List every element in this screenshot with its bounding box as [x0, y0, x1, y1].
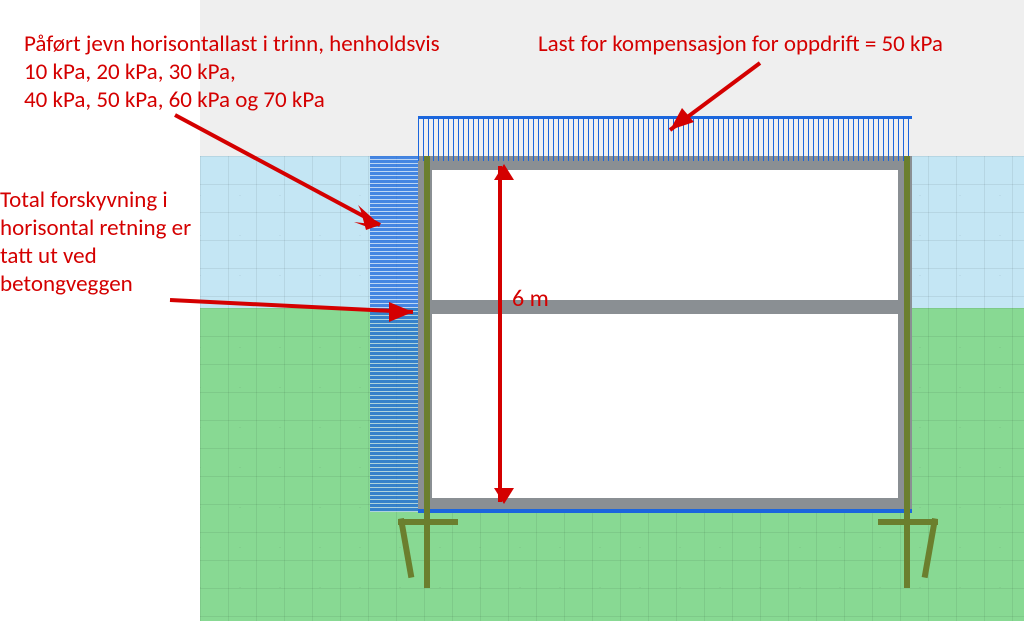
annotation-buoyancy-load: Last for kompensasjon for oppdrift = 50 … — [538, 30, 988, 58]
arrow-icon — [170, 110, 410, 240]
bottom-load-line — [418, 509, 912, 513]
arrow-icon — [165, 290, 435, 350]
sheet-pile-foot-right — [878, 519, 938, 525]
sheet-pile-foot-left — [398, 519, 458, 525]
arrow-icon — [640, 58, 790, 148]
dimension-label: 6 m — [512, 284, 549, 313]
annotation-horizontal-load: Påført jevn horisontallast i trinn, henh… — [24, 30, 484, 114]
concrete-culvert — [418, 156, 912, 512]
concrete-mid-slab — [418, 300, 912, 314]
dimension-arrow-vertical — [498, 166, 502, 502]
figure: 6 m Påført jevn horisontallast i trinn, … — [0, 0, 1024, 621]
annotation-displacement-note: Total forskyvning i horisontal retning e… — [0, 186, 206, 298]
